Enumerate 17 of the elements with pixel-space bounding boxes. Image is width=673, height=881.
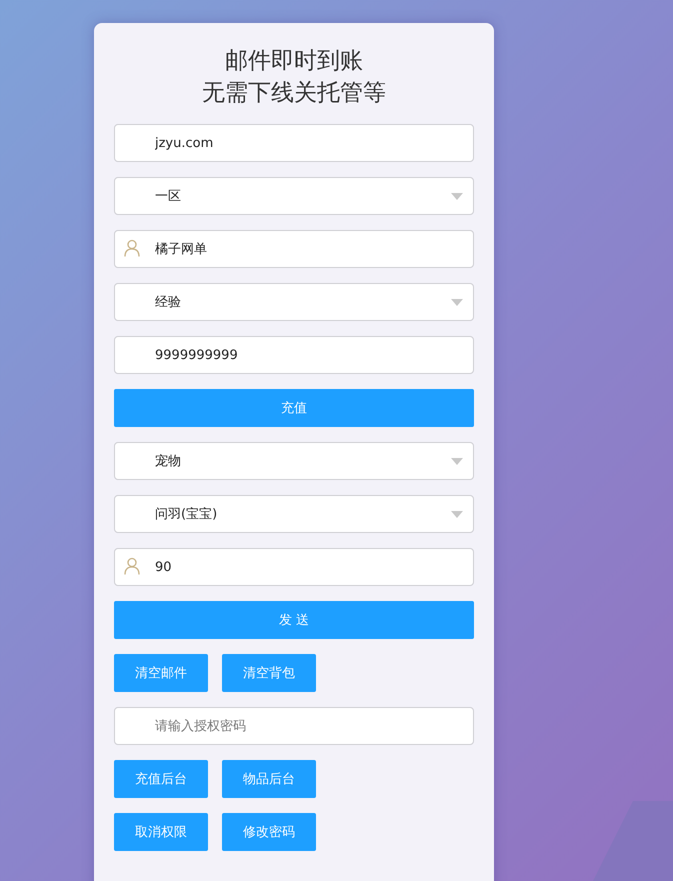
select-field[interactable]: 问羽(宝宝) (114, 495, 474, 533)
select-field[interactable]: 一区 (114, 177, 474, 215)
select-field[interactable]: 经验 (114, 283, 474, 321)
caret-icon (451, 193, 463, 200)
select-field[interactable]: 宠物 (114, 442, 474, 480)
input-field[interactable]: 请输入授权密码 (114, 707, 474, 745)
user-icon (124, 558, 140, 575)
caret-icon (451, 511, 463, 518)
input-field[interactable]: jzyu.com (114, 124, 474, 162)
caret-icon (451, 458, 463, 465)
form-title: 无需下线关托管等 (202, 79, 386, 108)
form-title: 邮件即时到账 (225, 47, 363, 76)
user-icon (124, 240, 140, 257)
input-field[interactable]: 橘子网单 (114, 230, 474, 268)
input-field[interactable]: 90 (114, 548, 474, 586)
input-field[interactable]: 9999999999 (114, 336, 474, 374)
caret-icon (451, 299, 463, 306)
